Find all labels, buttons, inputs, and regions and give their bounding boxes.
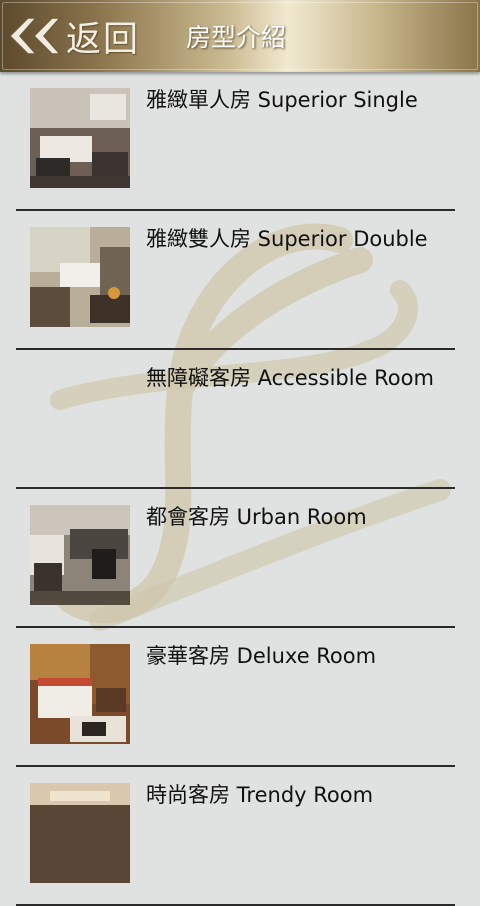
list-item[interactable]: 時尚客房 Trendy Room [16,767,455,906]
room-list: 雅緻單人房 Superior Single 雅緻雙人房 Superior Dou… [0,72,480,906]
list-item[interactable]: 豪華客房 Deluxe Room [16,628,455,767]
room-photo [30,88,130,188]
room-name: 時尚客房 Trendy Room [146,783,374,807]
list-item[interactable]: 都會客房 Urban Room [16,489,455,628]
room-name: 都會客房 Urban Room [146,505,367,529]
header-bar: 返回 房型介紹 [0,0,480,72]
room-photo [30,783,130,883]
back-label: 返回 [66,19,141,60]
room-photo [30,644,130,744]
list-item[interactable]: 無障礙客房 Accessible Room [16,350,455,489]
list-item[interactable]: 雅緻單人房 Superior Single [16,72,455,211]
room-name: 雅緻單人房 Superior Single [146,88,418,112]
back-button[interactable]: 返回 [6,10,148,62]
double-chevron-left-icon [8,17,62,55]
room-name: 雅緻雙人房 Superior Double [146,227,428,251]
room-photo [30,227,130,327]
room-name: 豪華客房 Deluxe Room [146,644,377,668]
room-photo [30,505,130,605]
room-name: 無障礙客房 Accessible Room [146,366,434,390]
page-title: 房型介紹 [186,23,287,52]
list-item[interactable]: 雅緻雙人房 Superior Double [16,211,455,350]
